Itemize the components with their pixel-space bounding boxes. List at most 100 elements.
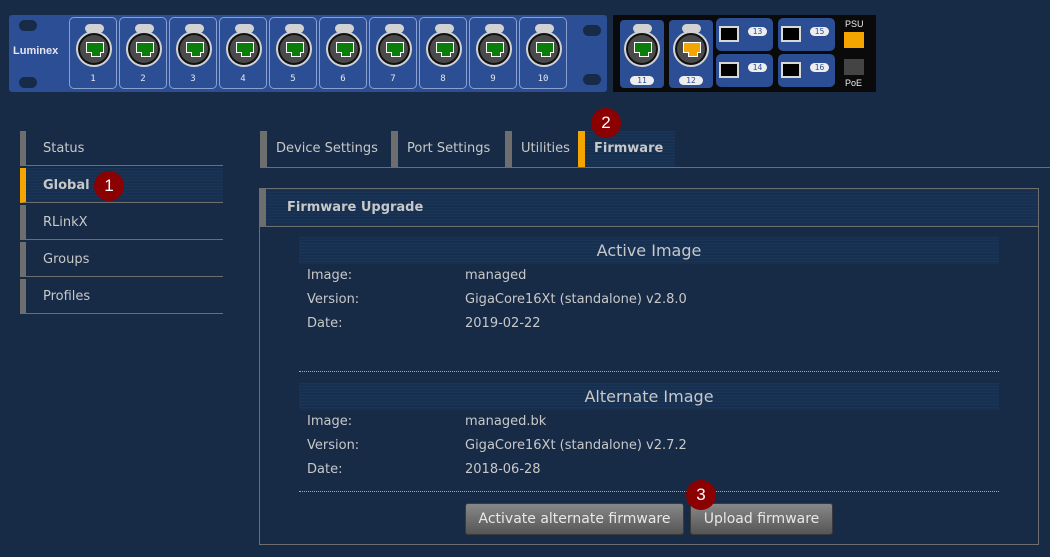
sidebar-item-label: Groups	[43, 252, 90, 267]
sfp-port-15[interactable]: 15	[778, 18, 835, 51]
active-version-label: Version:	[307, 292, 360, 307]
rj45-status-icon	[436, 42, 454, 57]
port-number: 1	[90, 74, 96, 84]
port-number: 2	[140, 74, 146, 84]
sidebar-item-label: Global	[43, 178, 90, 193]
port-number: 7	[390, 74, 396, 84]
upload-firmware-button[interactable]: Upload firmware	[690, 503, 833, 535]
alternate-image-value: managed.bk	[465, 414, 547, 429]
port-number: 14	[748, 63, 767, 72]
sfp-cage-icon	[719, 26, 739, 42]
port-number: 12	[679, 76, 703, 85]
mount-hole	[583, 25, 601, 36]
alternate-image-title: Alternate Image	[584, 387, 714, 406]
callout-badge-2: 2	[591, 108, 621, 138]
port-12[interactable]: 12	[669, 20, 713, 88]
sfp-port-16[interactable]: 16	[778, 54, 835, 87]
brand-logo: Luminex	[13, 45, 59, 57]
sfp-group: 13 14	[716, 18, 773, 88]
tab-label: Utilities	[521, 141, 570, 156]
sfp-group: 15 16	[778, 18, 835, 88]
ethernet-jack-icon	[176, 31, 212, 67]
port-number: 9	[490, 74, 496, 84]
sidebar-item-label: RLinkX	[43, 215, 88, 230]
active-date-value: 2019-02-22	[465, 316, 541, 331]
rj45-status-icon	[286, 42, 304, 57]
rj45-status-icon	[486, 42, 504, 57]
sidebar-item-rlinkx[interactable]: RLinkX	[20, 205, 223, 240]
mount-hole	[19, 20, 37, 31]
rj45-status-icon	[136, 42, 154, 57]
rj45-status-icon	[186, 42, 204, 57]
active-version-value: GigaCore16Xt (standalone) v2.8.0	[465, 292, 687, 307]
section-header: Firmware Upgrade	[260, 189, 1038, 227]
activate-alternate-firmware-button[interactable]: Activate alternate firmware	[465, 503, 684, 535]
port-3[interactable]: 3	[169, 17, 217, 89]
alternate-image-header: Alternate Image	[299, 383, 999, 410]
rj45-status-icon	[86, 42, 104, 57]
sfp-port-13[interactable]: 13	[716, 18, 773, 51]
ethernet-jack-icon	[673, 31, 709, 67]
port-number: 16	[810, 63, 829, 72]
port-number: 11	[630, 76, 654, 85]
port-8[interactable]: 8	[419, 17, 467, 89]
active-image-value: managed	[465, 268, 527, 283]
ethernet-jack-icon	[126, 31, 162, 67]
alternate-version-value: GigaCore16Xt (standalone) v2.7.2	[465, 438, 687, 453]
tab-device-settings[interactable]: Device Settings	[260, 131, 390, 167]
sfp-cage-icon	[781, 62, 801, 78]
tab-label: Port Settings	[407, 141, 491, 156]
poe-label: PoE	[845, 78, 863, 88]
alternate-image-label: Image:	[307, 414, 353, 429]
callout-badge-1: 1	[94, 171, 124, 201]
firmware-panel: Firmware Upgrade Active Image Image: man…	[259, 188, 1039, 545]
ethernet-jack-icon	[376, 31, 412, 67]
sfp-cage-icon	[719, 62, 739, 78]
port-1[interactable]: 1	[69, 17, 117, 89]
device-rear-panel: 11 12 13 14 15 16 PSU PoE	[613, 15, 876, 92]
ethernet-jack-icon	[426, 31, 462, 67]
tab-label: Device Settings	[276, 141, 378, 156]
active-date-label: Date:	[307, 316, 343, 331]
port-number: 5	[290, 74, 296, 84]
rj45-status-icon	[683, 42, 701, 57]
tab-bar: Device Settings Port Settings Utilities …	[260, 131, 1050, 168]
sidebar-item-groups[interactable]: Groups	[20, 242, 223, 277]
divider	[299, 491, 999, 492]
ethernet-jack-icon	[624, 31, 660, 67]
port-11[interactable]: 11	[620, 20, 664, 88]
port-number: 4	[240, 74, 246, 84]
port-4[interactable]: 4	[219, 17, 267, 89]
psu-label: PSU	[845, 19, 864, 29]
sidebar-nav: Status Global RLinkX Groups Profiles	[20, 131, 223, 316]
tab-label: Firmware	[594, 141, 664, 156]
port-6[interactable]: 6	[319, 17, 367, 89]
device-front-panel: Luminex 1 2 3 4 5 6 7 8 9 10	[9, 15, 607, 92]
rj45-status-icon	[386, 42, 404, 57]
ethernet-jack-icon	[226, 31, 262, 67]
alternate-date-label: Date:	[307, 462, 343, 477]
port-number: 3	[190, 74, 196, 84]
sfp-port-14[interactable]: 14	[716, 54, 773, 87]
port-number: 8	[440, 74, 446, 84]
tab-utilities[interactable]: Utilities	[505, 131, 578, 167]
active-image-title: Active Image	[596, 241, 702, 260]
tab-port-settings[interactable]: Port Settings	[391, 131, 505, 167]
ethernet-jack-icon	[326, 31, 362, 67]
sidebar-item-label: Profiles	[43, 289, 91, 304]
port-number: 10	[537, 74, 549, 84]
callout-badge-3: 3	[686, 480, 716, 510]
port-7[interactable]: 7	[369, 17, 417, 89]
sidebar-item-status[interactable]: Status	[20, 131, 223, 166]
port-2[interactable]: 2	[119, 17, 167, 89]
ethernet-jack-icon	[476, 31, 512, 67]
port-9[interactable]: 9	[469, 17, 517, 89]
tab-firmware[interactable]: Firmware	[578, 131, 675, 167]
alternate-date-value: 2018-06-28	[465, 462, 541, 477]
mount-hole	[583, 74, 601, 85]
rj45-status-icon	[634, 42, 652, 57]
port-5[interactable]: 5	[269, 17, 317, 89]
sidebar-item-label: Status	[43, 141, 85, 156]
port-10[interactable]: 10	[519, 17, 567, 89]
sidebar-item-profiles[interactable]: Profiles	[20, 279, 223, 314]
